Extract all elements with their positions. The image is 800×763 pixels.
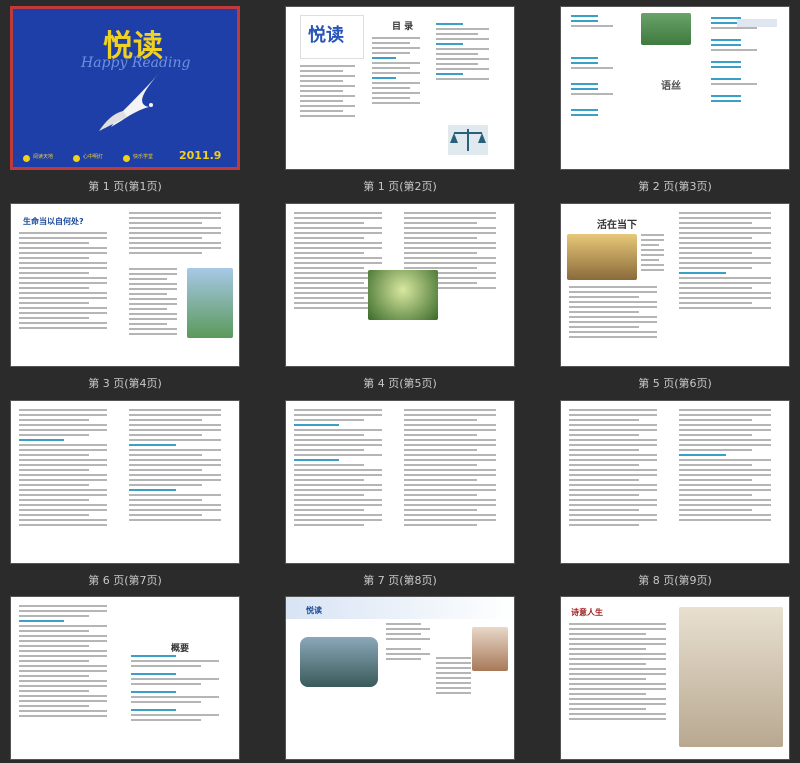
page-title: 悦读 — [306, 606, 322, 615]
contents-heading: 目 录 — [392, 22, 414, 32]
page-title: 活在当下 — [597, 220, 637, 231]
page-12: 诗意人生 — [560, 596, 790, 760]
page-11: 悦读 — [285, 596, 515, 760]
page-caption: 第 3 页(第4页) — [88, 377, 162, 390]
page-caption: 第 8 页(第9页) — [638, 574, 712, 587]
contents-page: 悦读 目 录 — [285, 6, 515, 170]
landscape-photo — [187, 268, 233, 338]
page-4: 生命当以自何处? — [10, 203, 240, 367]
sunset-photo — [567, 234, 637, 280]
page-caption: 第 4 页(第5页) — [363, 377, 437, 390]
tag-dot-icon — [123, 155, 130, 162]
portrait-photo — [472, 627, 508, 671]
page-title: 生命当以自何处? — [23, 217, 84, 226]
page-10: 概要 — [10, 596, 240, 760]
page-5 — [285, 203, 515, 367]
ink-painting-photo — [679, 607, 783, 747]
scales-icon — [448, 125, 488, 155]
page-9 — [560, 400, 790, 564]
thumbnail-grid: 悦读 Happy Reading 阅读天地 心中明灯 快乐学堂 2011.9 第… — [0, 0, 800, 763]
page-caption: 第 2 页(第3页) — [638, 180, 712, 193]
cover-tag-1: 阅读天地 — [33, 154, 54, 160]
cover-tag-2: 心中明灯 — [83, 154, 104, 160]
cover-date: 2011.9 — [179, 149, 222, 162]
page-caption: 第 7 页(第8页) — [363, 574, 437, 587]
page-caption: 第 6 页(第7页) — [88, 574, 162, 587]
seagull-icon — [99, 69, 163, 131]
page-6: 活在当下 — [560, 203, 790, 367]
page-title: 诗意人生 — [571, 608, 603, 617]
page-title: 概要 — [171, 644, 190, 654]
tag-dot-icon — [23, 155, 30, 162]
page-caption: 第 1 页(第2页) — [363, 180, 437, 193]
page-caption: 第 5 页(第6页) — [638, 377, 712, 390]
page-title: 语丝 — [661, 81, 681, 92]
tag-dot-icon — [73, 155, 80, 162]
sea-photo — [300, 637, 378, 687]
page-7 — [10, 400, 240, 564]
page-caption: 第 1 页(第1页) — [88, 180, 162, 193]
page-8 — [285, 400, 515, 564]
contents-logo: 悦读 — [308, 25, 344, 46]
forest-path-photo — [368, 270, 438, 320]
crane-photo — [641, 13, 691, 45]
cover-page: 悦读 Happy Reading 阅读天地 心中明灯 快乐学堂 2011.9 — [10, 6, 240, 170]
cover-tag-3: 快乐学堂 — [133, 154, 154, 160]
page-3: 语丝 — [560, 6, 790, 170]
